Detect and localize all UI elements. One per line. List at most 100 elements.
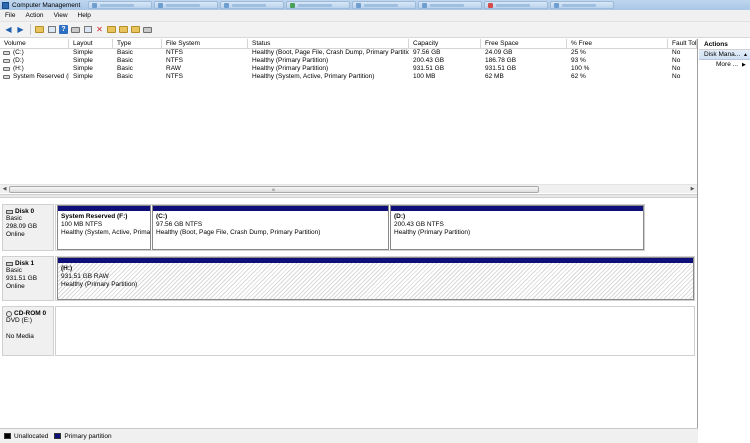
cdrom-0-area <box>55 306 695 356</box>
background-taskbar-tab[interactable] <box>154 1 219 9</box>
disk-1-name: Disk 1 <box>15 260 35 267</box>
disk-state: No Media <box>6 333 34 340</box>
disk-size: 931.51 GB <box>6 275 38 282</box>
actions-section-disk-management[interactable]: Disk Mana... ▲ <box>699 50 750 60</box>
status-cell: Healthy (Primary Partition) <box>252 65 329 72</box>
table-row[interactable]: (D:) Simple Basic NTFS Healthy (Primary … <box>0 57 697 65</box>
tab-icon <box>92 2 98 8</box>
disk-state: Online <box>6 283 25 290</box>
search-folder-icon[interactable] <box>130 24 141 35</box>
partition-status: Healthy (Boot, Page File, Crash Dump, Pr… <box>156 229 321 236</box>
partition-title: (D:) <box>394 213 406 220</box>
pane-splitter[interactable] <box>0 194 697 198</box>
cdrom-0-row: CD-ROM 0 DVD (E:) No Media <box>0 306 697 356</box>
open-folder-icon[interactable] <box>106 24 117 35</box>
background-taskbar-tab[interactable] <box>352 1 417 9</box>
volume-name: System Reserved (F:) <box>13 73 69 80</box>
column-header-layout[interactable]: Layout <box>69 39 113 49</box>
toolbar-separator <box>30 24 31 35</box>
more-actions-label: More ... <box>716 61 739 68</box>
actions-pane: Actions Disk Mana... ▲ More ... ▶ <box>699 39 750 443</box>
up-folder-icon[interactable] <box>34 24 45 35</box>
column-header-capacity[interactable]: Capacity <box>409 39 481 49</box>
tab-icon <box>422 2 428 8</box>
layout-cell: Simple <box>73 49 93 56</box>
column-header-status[interactable]: Status <box>248 39 409 49</box>
drive-icon <box>3 59 10 63</box>
volume-list-header: Volume Layout Type File System Status Ca… <box>0 39 697 49</box>
partition-system-reserved[interactable]: System Reserved (F:) 100 MB NTFS Healthy… <box>57 205 151 250</box>
free-space-cell: 931.51 GB <box>485 65 517 72</box>
percent-free-cell: 62 % <box>571 73 586 80</box>
delete-icon[interactable]: ✕ <box>94 24 105 35</box>
background-taskbar-tab[interactable] <box>88 1 153 9</box>
volume-cell: System Reserved (F:) <box>0 73 69 81</box>
column-header-volume[interactable]: Volume <box>0 39 69 49</box>
capacity-cell: 97.56 GB <box>413 49 441 56</box>
partition-c[interactable]: (C:) 97.56 GB NTFS Healthy (Boot, Page F… <box>152 205 389 250</box>
partition-h[interactable]: (H:) 931.51 GB RAW Healthy (Primary Part… <box>57 257 694 300</box>
tab-icon <box>554 2 560 8</box>
disk-view-icon[interactable] <box>70 24 81 35</box>
forward-arrow-icon[interactable]: ▶ <box>15 24 26 35</box>
menu-view[interactable]: View <box>49 12 73 19</box>
partition-title: System Reserved (F:) <box>61 213 128 220</box>
tab-label-placeholder <box>430 3 465 7</box>
scrollbar-grip: III <box>272 187 276 192</box>
status-cell: Healthy (Boot, Page File, Crash Dump, Pr… <box>252 49 409 56</box>
status-cell: Healthy (System, Active, Primary Partiti… <box>252 73 375 80</box>
column-header-fault-tolerance[interactable]: Fault Tole <box>668 39 697 49</box>
disk-name: CD-ROM 0 <box>6 310 53 317</box>
horizontal-scrollbar[interactable]: ◀ III ▶ <box>0 184 697 193</box>
fault-tolerance-cell: No <box>672 57 681 64</box>
background-taskbar-tab[interactable] <box>220 1 285 9</box>
disk-1-partitions: (H:) 931.51 GB RAW Healthy (Primary Part… <box>55 256 695 301</box>
background-taskbar-tab[interactable] <box>484 1 549 9</box>
cdrom-0-info[interactable]: CD-ROM 0 DVD (E:) No Media <box>2 306 54 356</box>
type-cell: Basic <box>117 73 133 80</box>
table-row[interactable]: (C:) Simple Basic NTFS Healthy (Boot, Pa… <box>0 49 697 57</box>
tab-icon <box>158 2 164 8</box>
toolbar: ◀ ▶ ? ✕ <box>0 22 750 38</box>
disk-type: DVD (E:) <box>6 317 32 324</box>
partition-status: Healthy (Primary Partition) <box>61 281 138 288</box>
legend-bar: Unallocated Primary partition <box>0 428 698 443</box>
submenu-arrow-icon: ▶ <box>742 62 746 68</box>
menu-bar: File Action View Help <box>0 10 750 22</box>
free-space-cell: 24.09 GB <box>485 49 513 56</box>
table-row[interactable]: System Reserved (F:) Simple Basic NTFS H… <box>0 73 697 81</box>
main-pane: Volume Layout Type File System Status Ca… <box>0 39 698 443</box>
collapse-triangle-icon[interactable]: ▲ <box>743 50 748 59</box>
scroll-right-arrow-icon[interactable]: ▶ <box>688 185 697 194</box>
more-actions-item[interactable]: More ... ▶ <box>699 60 750 70</box>
table-row[interactable]: (H:) Simple Basic RAW Healthy (Primary P… <box>0 65 697 73</box>
disk-1-info[interactable]: Disk 1 Basic 931.51 GB Online <box>2 256 54 301</box>
disk-properties-icon[interactable] <box>142 24 153 35</box>
column-header-free-space[interactable]: Free Space <box>481 39 567 49</box>
disk-name: Disk 0 <box>6 208 53 215</box>
background-taskbar-tab[interactable] <box>550 1 615 9</box>
partition-d[interactable]: (D:) 200.43 GB NTFS Healthy (Primary Par… <box>390 205 644 250</box>
menu-help[interactable]: Help <box>73 12 96 19</box>
actions-header: Actions <box>699 39 750 50</box>
hard-disk-icon <box>6 209 13 214</box>
column-header-percent-free[interactable]: % Free <box>567 39 668 49</box>
volume-cell: (D:) <box>0 57 69 65</box>
column-header-type[interactable]: Type <box>113 39 162 49</box>
disk-0-partitions: System Reserved (F:) 100 MB NTFS Healthy… <box>55 204 645 251</box>
background-taskbar-tab[interactable] <box>418 1 483 9</box>
actions-section-label: Disk Mana... <box>704 51 741 58</box>
back-arrow-icon[interactable]: ◀ <box>3 24 14 35</box>
properties-icon[interactable] <box>82 24 93 35</box>
help-icon[interactable]: ? <box>58 24 69 35</box>
show-hide-tree-icon[interactable] <box>46 24 57 35</box>
file-system-cell: NTFS <box>166 73 183 80</box>
partition-status: Healthy (System, Active, Primar <box>61 229 150 236</box>
explore-folder-icon[interactable] <box>118 24 129 35</box>
column-header-file-system[interactable]: File System <box>162 39 248 49</box>
background-taskbar-tab[interactable] <box>286 1 351 9</box>
menu-action[interactable]: Action <box>20 12 48 19</box>
disk-0-info[interactable]: Disk 0 Basic 298.09 GB Online <box>2 204 54 251</box>
menu-file[interactable]: File <box>0 12 20 19</box>
scroll-left-arrow-icon[interactable]: ◀ <box>0 185 9 194</box>
